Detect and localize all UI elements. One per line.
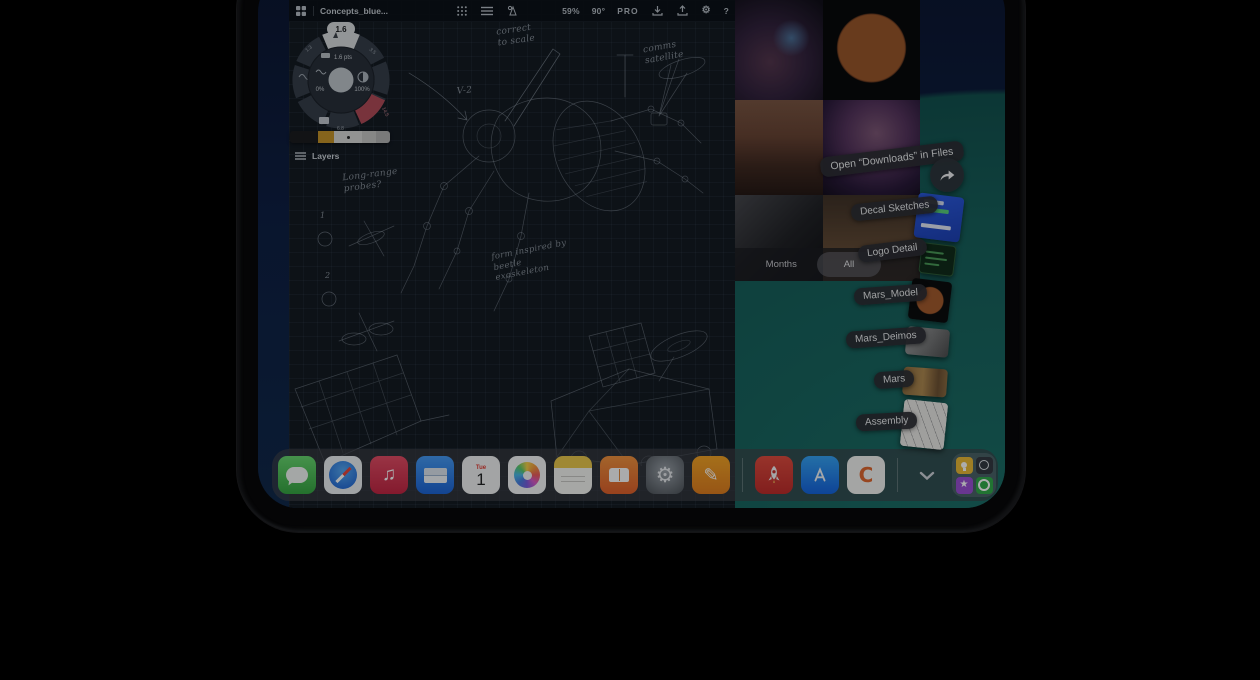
file-label-logo-detail[interactable]: Logo Detail xyxy=(857,238,927,263)
file-label-mars[interactable]: Mars xyxy=(873,370,914,390)
ipad-device-frame: Concepts_blue... 59% 90° xyxy=(237,0,1025,532)
ipad-screen: Concepts_blue... 59% 90° xyxy=(258,0,1005,508)
file-label-assembly[interactable]: Assembly xyxy=(856,411,918,431)
page-background: Concepts_blue... 59% 90° xyxy=(0,0,1260,680)
drag-and-drop-layer: Open “Downloads” in Files Decal Sketches xyxy=(258,0,1005,508)
forward-arrow-icon xyxy=(938,167,956,183)
share-forward-button[interactable] xyxy=(930,158,964,192)
